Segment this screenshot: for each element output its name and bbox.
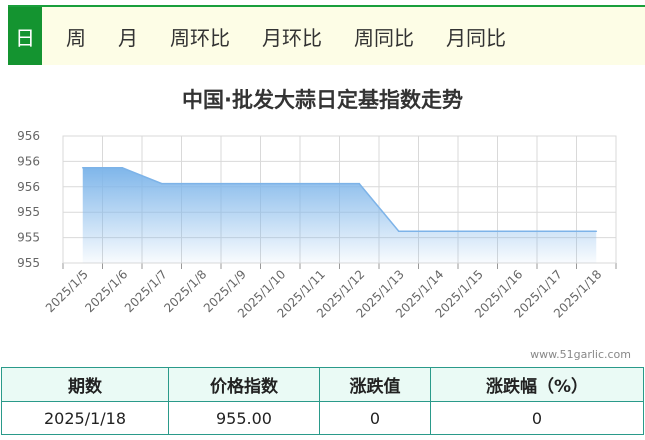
cell-price-index: 955.00: [168, 401, 320, 435]
data-point: [239, 182, 242, 185]
tab-month[interactable]: 月: [102, 7, 154, 65]
header-change-percent: 涨跌幅（%）: [430, 367, 644, 402]
cell-change-percent: 0: [430, 401, 644, 435]
y-tick-label: 956: [17, 180, 40, 194]
table-row: 2025/1/18 955.00 0 0: [1, 401, 644, 435]
cell-change-value: 0: [319, 401, 431, 435]
table-header-row: 期数 价格指数 涨跌值 涨跌幅（%）: [1, 367, 644, 402]
data-point: [516, 230, 519, 233]
tab-week-on-week[interactable]: 周环比: [154, 7, 246, 65]
data-point: [476, 230, 479, 233]
data-point: [555, 230, 558, 233]
y-tick-label: 955: [17, 256, 40, 270]
header-change-value: 涨跌值: [319, 367, 431, 402]
watermark: www.51garlic.com: [530, 348, 631, 361]
y-tick-label: 956: [17, 154, 40, 168]
tab-week-year-on-year[interactable]: 周同比: [338, 7, 430, 65]
summary-table: 期数 价格指数 涨跌值 涨跌幅（%） 2025/1/18 955.00 0 0: [1, 367, 644, 435]
data-point: [279, 182, 282, 185]
data-point: [121, 166, 124, 169]
header-period: 期数: [1, 367, 169, 402]
y-tick-label: 955: [17, 205, 40, 219]
cell-period: 2025/1/18: [1, 401, 169, 435]
data-point: [397, 230, 400, 233]
y-tick-label: 955: [17, 231, 40, 245]
y-tick-label: 956: [17, 129, 40, 143]
data-point: [358, 182, 361, 185]
chart-area: 中国·批发大蒜日定基指数走势 956 956 956 955 955 955 2025/1/…: [0, 72, 645, 364]
data-point: [200, 182, 203, 185]
data-point: [81, 166, 84, 169]
data-point: [595, 230, 598, 233]
tab-month-on-month[interactable]: 月环比: [246, 7, 338, 65]
data-point: [318, 182, 321, 185]
tab-month-year-on-year[interactable]: 月同比: [430, 7, 522, 65]
tab-day[interactable]: 日: [8, 7, 42, 65]
header-price-index: 价格指数: [168, 367, 320, 402]
tab-week[interactable]: 周: [50, 7, 102, 65]
data-point: [437, 230, 440, 233]
index-trend-chart: 9569569569559559552025/1/52025/1/62025/1…: [17, 129, 617, 321]
data-point: [160, 182, 163, 185]
period-tab-bar: 日 周 月 周环比 月环比 周同比 月同比: [8, 5, 645, 65]
